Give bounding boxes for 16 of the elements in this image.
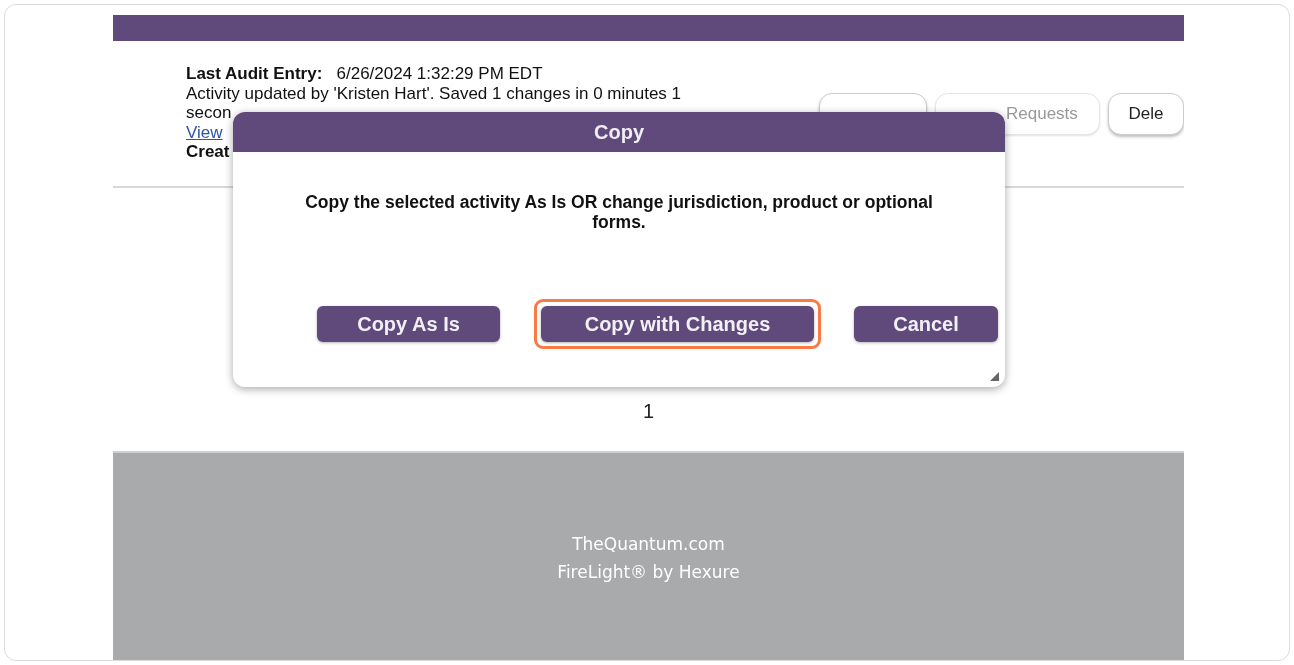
- created-label: Creat: [186, 142, 230, 161]
- footer-text: FireLight® by Hexure: [557, 561, 740, 584]
- audit-label: Last Audit Entry:: [186, 64, 323, 83]
- audit-timestamp: 6/26/2024 1:32:29 PM EDT: [336, 64, 543, 83]
- dialog-button[interactable]: Cancel: [854, 306, 998, 342]
- dialog-title: Copy: [233, 112, 1005, 152]
- audit-message: Activity updated by 'Kristen Hart'. Saved 1 changes in 0 minutes 1: [186, 83, 683, 103]
- resize-grip-icon[interactable]: [990, 372, 999, 381]
- dialog-button[interactable]: Copy with Changes: [541, 306, 814, 342]
- dialog-button[interactable]: Copy As Is: [317, 306, 500, 342]
- dialog-message: Copy the selected activity As Is OR change jurisdiction, product or optional forms.: [304, 192, 934, 232]
- page-number: 1: [642, 400, 655, 423]
- audit-message: secon: [186, 103, 233, 123]
- footer-text: TheQuantum.com: [572, 533, 725, 556]
- view-link[interactable]: View: [186, 122, 223, 142]
- action-button[interactable]: Dele: [1108, 93, 1184, 135]
